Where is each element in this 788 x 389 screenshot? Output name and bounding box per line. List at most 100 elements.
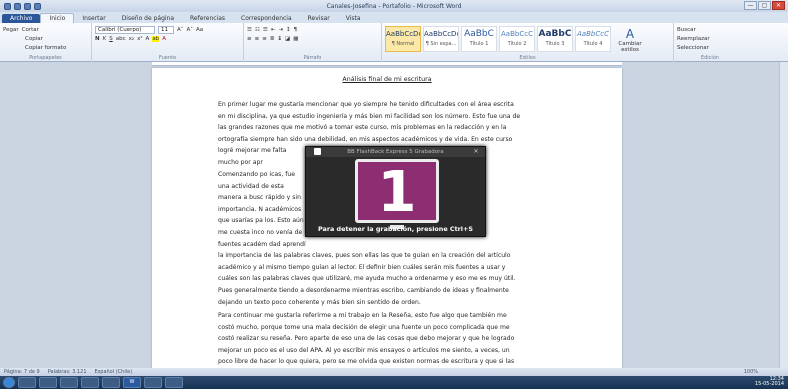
superscript-icon[interactable]: x²: [137, 36, 142, 42]
tab-view[interactable]: Vista: [338, 14, 369, 23]
paragraph-label: Párrafo: [303, 55, 322, 61]
align-right-icon[interactable]: ≡: [262, 36, 267, 42]
tab-home[interactable]: Inicio: [40, 13, 75, 23]
bullets-icon[interactable]: ☰: [247, 27, 252, 33]
recorder-taskbar-icon[interactable]: [165, 377, 183, 388]
tab-page-layout[interactable]: Diseño de página: [114, 14, 182, 23]
explorer-icon[interactable]: [39, 377, 57, 388]
close-button[interactable]: ✕: [772, 1, 785, 10]
tab-review[interactable]: Revisar: [300, 14, 338, 23]
style-preview: AaBbCcDc: [386, 30, 420, 38]
text-line: dejando un texto poco coherente y más bi…: [218, 298, 421, 306]
zoom-level[interactable]: 100%: [744, 368, 758, 376]
grow-font-icon[interactable]: A˄: [177, 27, 184, 33]
copy-button[interactable]: Copiar: [25, 36, 43, 42]
clipboard-label: Portapapeles: [29, 55, 62, 61]
show-marks-icon[interactable]: ¶: [294, 27, 298, 33]
style-name: Título 4: [583, 41, 603, 47]
shading-icon[interactable]: ◪: [285, 36, 290, 42]
style-no-spacing[interactable]: AaBbCcDc ¶ Sin espa...: [423, 26, 459, 52]
style-name: Título 2: [507, 41, 527, 47]
decrease-indent-icon[interactable]: ⇤: [271, 27, 276, 33]
style-heading-4[interactable]: AaBbCcC Título 4: [575, 26, 611, 52]
style-heading-1[interactable]: AaBbC Título 1: [461, 26, 497, 52]
app-icon[interactable]: [81, 377, 99, 388]
center-icon[interactable]: ≡: [255, 36, 260, 42]
tab-file[interactable]: Archivo: [2, 14, 41, 23]
editing-group: Buscar Reemplazar Seleccionar Edición: [674, 23, 746, 62]
recorder-title: BB FlashBack Express 5 Grabadora: [306, 147, 485, 157]
subscript-icon[interactable]: x₂: [129, 36, 134, 42]
style-name: ¶ Sin espa...: [425, 41, 457, 47]
styles-group: AaBbCcDc ¶ Normal AaBbCcDc ¶ Sin espa... A…: [382, 23, 674, 62]
monitor-icon: 1: [355, 159, 439, 224]
change-styles-label: Cambiar estilos: [618, 41, 642, 53]
italic-icon[interactable]: K: [103, 36, 107, 42]
style-name: Título 3: [545, 41, 565, 47]
cut-button[interactable]: Cortar: [22, 27, 39, 33]
style-name: ¶ Normal: [391, 41, 415, 47]
shrink-font-icon[interactable]: A˅: [187, 27, 194, 33]
multilevel-list-icon[interactable]: ☰: [263, 27, 268, 33]
vertical-scrollbar[interactable]: [779, 62, 788, 374]
text-line: las grandes razones que me motivó a toma…: [218, 124, 507, 132]
maximize-button[interactable]: ▢: [758, 1, 771, 10]
format-painter-button[interactable]: Copiar formato: [25, 45, 66, 51]
clipboard-group: Pegar Cortar Copiar Copiar formato Portap…: [0, 23, 92, 62]
ie-icon[interactable]: [18, 377, 36, 388]
find-button[interactable]: Buscar: [677, 27, 696, 33]
stop-recording-message: Para detener la grabación, presione Ctrl…: [318, 225, 473, 233]
borders-icon[interactable]: ▦: [293, 36, 298, 42]
text-line: Para continuar me gustaría referirme a m…: [218, 312, 507, 319]
sort-icon[interactable]: ↕: [286, 27, 291, 33]
tab-insert[interactable]: Insertar: [74, 14, 113, 23]
document-title: Análisis final de mi escritura: [342, 76, 432, 83]
chrome-icon[interactable]: [60, 377, 78, 388]
clock[interactable]: 12:34 15-05-2014: [755, 377, 784, 387]
language-indicator[interactable]: Español (Chile): [95, 369, 133, 375]
align-left-icon[interactable]: ≡: [247, 36, 252, 42]
highlight-icon[interactable]: ab: [152, 35, 160, 42]
bold-icon[interactable]: N: [95, 36, 100, 42]
font-color-icon[interactable]: A: [162, 36, 166, 42]
strikethrough-icon[interactable]: abc: [116, 36, 126, 42]
word-count[interactable]: Palabras: 3.121: [48, 369, 87, 375]
ruler: [152, 62, 622, 66]
recorder-close-icon[interactable]: ✕: [472, 148, 480, 156]
style-preview: AaBbC: [538, 29, 572, 39]
font-name-select[interactable]: Calibri (Cuerpo): [95, 25, 155, 34]
font-group: Calibri (Cuerpo) 11 A˄ A˅ Aa N K S abc x…: [92, 23, 244, 62]
select-button[interactable]: Seleccionar: [677, 45, 709, 51]
word-taskbar-icon[interactable]: W: [123, 377, 141, 388]
text-line: ortografía siempre han sido una debilida…: [218, 135, 513, 143]
font-label: Fuente: [158, 55, 177, 61]
minimize-button[interactable]: —: [744, 1, 757, 10]
window-controls: — ▢ ✕: [744, 1, 785, 10]
tab-references[interactable]: Referencias: [182, 14, 233, 23]
tab-mailings[interactable]: Correspondencia: [233, 14, 300, 23]
text-line: académico y al mismo tiempo guían al lec…: [218, 263, 506, 271]
change-case-icon[interactable]: Aa: [196, 27, 203, 33]
app-icon[interactable]: [102, 377, 120, 388]
start-button[interactable]: [3, 377, 15, 388]
replace-button[interactable]: Reemplazar: [677, 36, 710, 42]
underline-icon[interactable]: S: [109, 36, 113, 42]
recorder-app-icon: [314, 148, 321, 155]
paragraph-3[interactable]: Para continuar me gustaría referirme a m…: [218, 310, 578, 374]
font-size-select[interactable]: 11: [158, 25, 174, 34]
page-count[interactable]: Página: 7 de 9: [4, 369, 40, 375]
ribbon: Pegar Cortar Copiar Copiar formato Portap…: [0, 23, 788, 62]
line-spacing-icon[interactable]: ↨: [277, 36, 282, 42]
style-heading-3[interactable]: AaBbC Título 3: [537, 26, 573, 52]
app-icon[interactable]: [144, 377, 162, 388]
paste-button[interactable]: Pegar: [3, 27, 19, 33]
justify-icon[interactable]: ≣: [270, 36, 275, 42]
text-line: fuentes académ dad aprendí: [218, 240, 306, 248]
style-preview: AaBbC: [464, 29, 494, 39]
increase-indent-icon[interactable]: ⇥: [278, 27, 283, 33]
text-effects-icon[interactable]: A: [146, 36, 150, 42]
style-normal[interactable]: AaBbCcDc ¶ Normal: [385, 26, 421, 52]
text-line: costó mucho, porque tome una mala decisi…: [218, 323, 510, 331]
style-heading-2[interactable]: AaBbCcC Título 2: [499, 26, 535, 52]
numbering-icon[interactable]: ☷: [255, 27, 260, 33]
